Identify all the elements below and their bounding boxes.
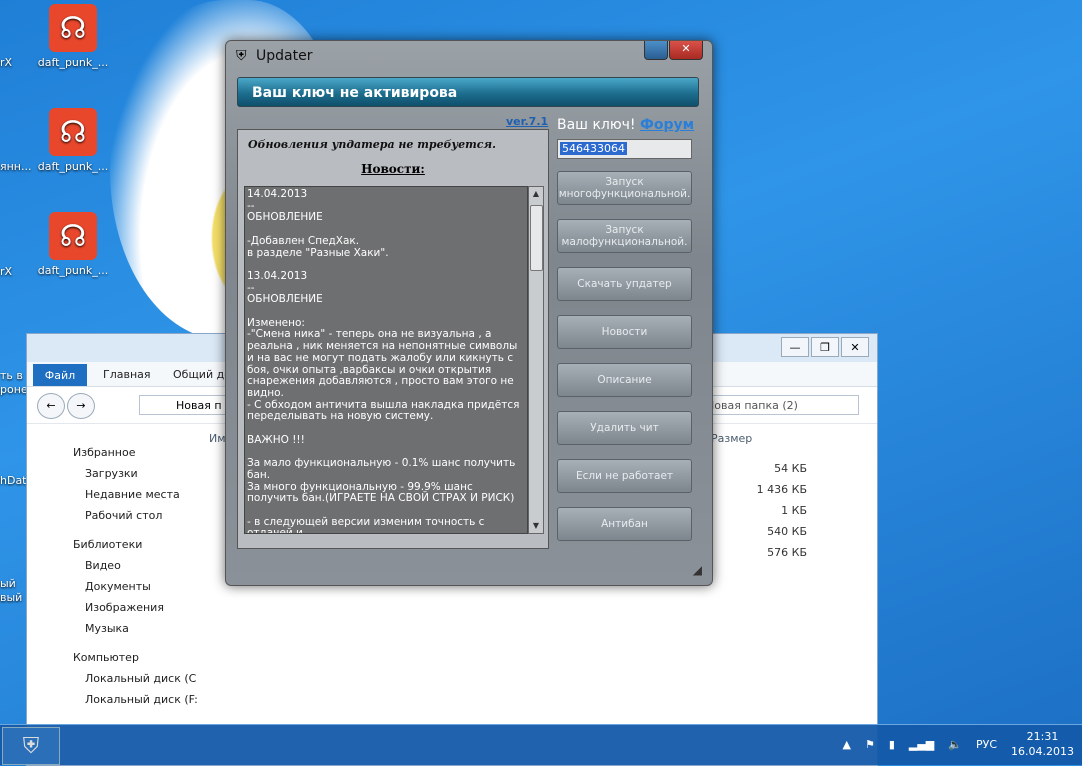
file-size: 540 КБ — [767, 525, 807, 538]
volume-icon[interactable]: 🔈 — [948, 738, 962, 751]
scroll-down-icon[interactable]: ▼ — [529, 519, 543, 533]
size-column: 54 КБ 1 436 КБ 1 КБ 540 КБ 576 КБ — [727, 458, 807, 563]
shield-icon: ⛨ — [236, 48, 247, 64]
column-size-header[interactable]: Размер — [711, 432, 752, 445]
nav-documents[interactable]: Документы — [35, 576, 205, 597]
file-size: 54 КБ — [774, 462, 807, 475]
file-size: 1 КБ — [781, 504, 807, 517]
forum-link[interactable]: Форум — [640, 117, 694, 133]
activation-banner: Ваш ключ не активирова — [237, 77, 699, 107]
desktop-icon-daft-punk-2[interactable]: ☊ daft_punk_... — [28, 108, 118, 173]
edge-icon-label[interactable]: ый — [0, 577, 16, 590]
edge-icon-label[interactable]: rX — [0, 265, 12, 278]
tab-share[interactable]: Общий до — [173, 368, 231, 381]
file-size: 1 436 КБ — [756, 483, 807, 496]
launch-full-button[interactable]: Запуск многофункциональной. — [557, 171, 692, 205]
news-textarea[interactable]: 14.04.2013 -- ОБНОВЛЕНИЕ -Добавлен СпедХ… — [244, 186, 528, 534]
nav-libraries[interactable]: Библиотеки — [35, 534, 205, 555]
minimize-button[interactable]: — — [781, 337, 809, 357]
news-heading: Новости: — [361, 162, 425, 176]
update-status: Обновления упдатера не требуется. — [248, 138, 497, 151]
nav-favorites[interactable]: Избранное — [35, 442, 205, 463]
scroll-up-icon[interactable]: ▲ — [529, 187, 543, 201]
nav-downloads[interactable]: Загрузки — [35, 463, 205, 484]
network-icon[interactable]: ▂▄▆ — [909, 738, 934, 751]
remove-cheat-button[interactable]: Удалить чит — [557, 411, 692, 445]
tab-file[interactable]: Файл — [33, 364, 87, 386]
close-button[interactable]: ✕ — [841, 337, 869, 357]
window-title: Updater — [256, 48, 313, 64]
edge-icon-label[interactable]: вый — [0, 591, 22, 604]
minimize-button[interactable] — [644, 41, 668, 60]
headphones-icon: ☊ — [49, 4, 97, 52]
nav-video[interactable]: Видео — [35, 555, 205, 576]
launch-lite-button[interactable]: Запуск малофункциональной. — [557, 219, 692, 253]
power-icon[interactable]: ▮ — [889, 738, 895, 751]
news-scrollbar[interactable]: ▲ ▼ — [528, 186, 544, 534]
edge-icon-label[interactable]: rX — [0, 56, 12, 69]
nav-music[interactable]: Музыка — [35, 618, 205, 639]
antiban-button[interactable]: Антибан — [557, 507, 692, 541]
maximize-button[interactable]: ❐ — [811, 337, 839, 357]
file-size: 576 КБ — [767, 546, 807, 559]
resize-grip-icon[interactable]: ◢ — [693, 563, 702, 577]
news-panel: Обновления упдатера не требуется. Новост… — [237, 129, 549, 549]
desktop-icon-daft-punk-3[interactable]: ☊ daft_punk_... — [28, 212, 118, 277]
nav-disk-c[interactable]: Локальный диск (С — [35, 668, 205, 689]
column-name-header[interactable]: Им — [209, 432, 226, 445]
key-input[interactable]: 546433064 — [557, 139, 692, 159]
updater-window: ⛨ Updater ✕ Ваш ключ не активирова ver.7… — [225, 40, 713, 586]
description-button[interactable]: Описание — [557, 363, 692, 397]
key-label: Ваш ключ! Форум — [557, 117, 695, 133]
download-updater-button[interactable]: Скачать упдатер — [557, 267, 692, 301]
close-button[interactable]: ✕ — [669, 41, 703, 60]
show-hidden-icons-icon[interactable]: ▲ — [842, 738, 850, 751]
not-working-button[interactable]: Если не работает — [557, 459, 692, 493]
headphones-icon: ☊ — [49, 108, 97, 156]
navigation-pane: Избранное Загрузки Недавние места Рабочи… — [35, 434, 205, 710]
desktop-icon-daft-punk-1[interactable]: ☊ daft_punk_... — [28, 4, 118, 69]
nav-disk-f[interactable]: Локальный диск (F: — [35, 689, 205, 710]
forward-button[interactable]: → — [67, 393, 95, 419]
scroll-thumb[interactable] — [530, 205, 543, 271]
nav-images[interactable]: Изображения — [35, 597, 205, 618]
news-button[interactable]: Новости — [557, 315, 692, 349]
action-center-icon[interactable]: ⚑ — [865, 738, 875, 751]
system-tray: ▲ ⚑ ▮ ▂▄▆ 🔈 РУС 21:31 16.04.2013 — [842, 729, 1074, 759]
nav-desktop[interactable]: Рабочий стол — [35, 505, 205, 526]
edge-icon-label[interactable]: ть в — [0, 369, 23, 382]
edge-icon-label[interactable]: янн... — [0, 160, 32, 173]
clock[interactable]: 21:31 16.04.2013 — [1011, 729, 1074, 759]
nav-recent[interactable]: Недавние места — [35, 484, 205, 505]
search-input[interactable]: Новая папка (2) — [699, 395, 859, 415]
updater-titlebar[interactable]: ⛨ Updater ✕ — [226, 41, 712, 73]
pinned-app-shield-icon[interactable]: ⛨ — [2, 727, 60, 765]
version-link[interactable]: ver.7.1 — [506, 115, 548, 128]
taskbar: ⛨ ▲ ⚑ ▮ ▂▄▆ 🔈 РУС 21:31 16.04.2013 — [0, 724, 1082, 765]
back-button[interactable]: ← — [37, 393, 65, 419]
tab-home[interactable]: Главная — [103, 368, 151, 381]
nav-computer[interactable]: Компьютер — [35, 647, 205, 668]
headphones-icon: ☊ — [49, 212, 97, 260]
language-indicator[interactable]: РУС — [976, 738, 997, 751]
